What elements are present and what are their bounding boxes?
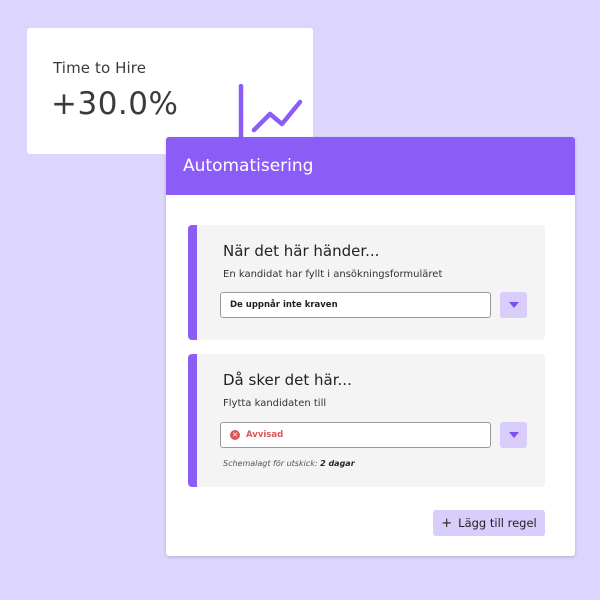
automation-header: Automatisering (166, 137, 575, 195)
trigger-description: En kandidat har fyllt i ansökningsformul… (223, 269, 443, 280)
automation-title: Automatisering (183, 156, 314, 176)
add-rule-label: Lägg till regel (458, 516, 537, 530)
caret-down-icon (508, 302, 519, 308)
trigger-title: När det här händer... (223, 242, 380, 260)
plus-icon: + (441, 515, 453, 531)
action-description: Flytta kandidaten till (223, 398, 327, 409)
trigger-condition-value: De uppnår inte kraven (230, 300, 338, 310)
trigger-rule: När det här händer... En kandidat har fy… (188, 225, 545, 340)
automation-card: Automatisering När det här händer... En … (166, 137, 575, 556)
trigger-condition-select[interactable]: De uppnår inte kraven (220, 292, 491, 318)
schedule-info: Schemalagt för utskick: 2 dagar (223, 459, 355, 468)
add-rule-button[interactable]: + Lägg till regel (433, 510, 545, 536)
stat-value: +30.0% (51, 86, 179, 122)
action-dropdown-button[interactable] (500, 422, 527, 448)
action-stage-select[interactable]: ✕ Avvisad (220, 422, 491, 448)
schedule-label: Schemalagt för utskick: (223, 459, 318, 468)
action-stage-value: Avvisad (246, 430, 284, 440)
caret-down-icon (508, 432, 519, 438)
stat-label: Time to Hire (53, 59, 147, 77)
time-to-hire-card: Time to Hire +30.0% (27, 28, 313, 154)
x-circle-icon: ✕ (230, 430, 240, 440)
trigger-dropdown-button[interactable] (500, 292, 527, 318)
action-rule: Då sker det här... Flytta kandidaten til… (188, 354, 545, 487)
schedule-value: 2 dagar (320, 459, 355, 468)
action-title: Då sker det här... (223, 371, 352, 389)
